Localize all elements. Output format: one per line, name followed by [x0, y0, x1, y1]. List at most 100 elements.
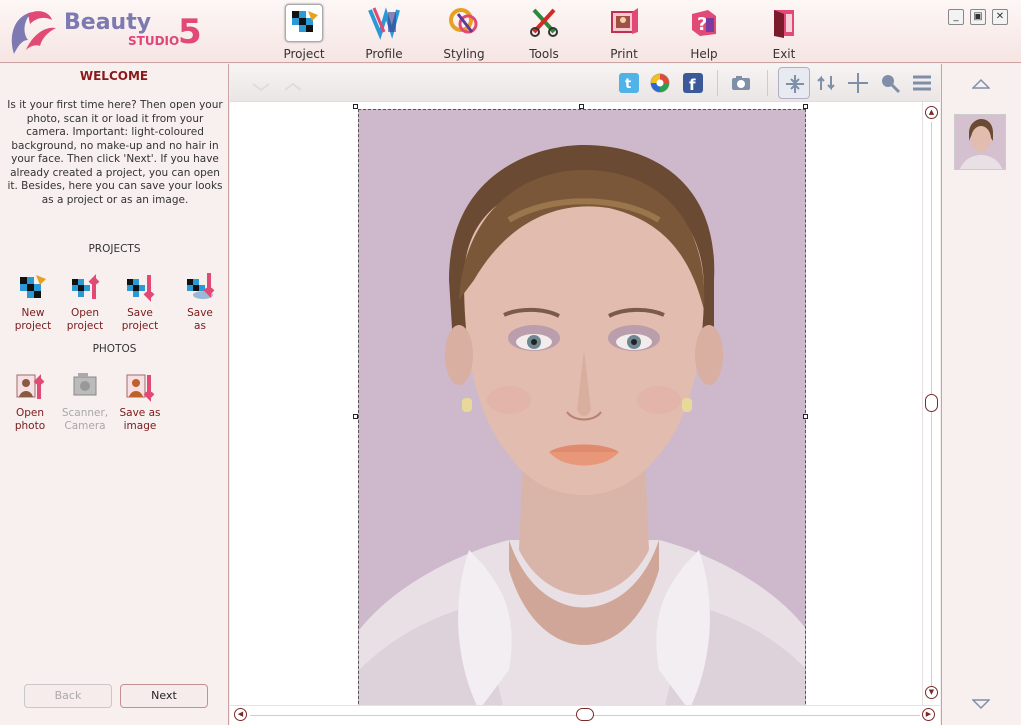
scroll-right-icon[interactable]: ▶	[922, 708, 935, 721]
left-panel: WELCOME Is it your first time here? Then…	[0, 64, 229, 725]
save-as-line2: as	[194, 319, 206, 332]
photo-workspace: t f ▲ ▼ ◀ ▶	[230, 64, 940, 725]
redo-icon[interactable]	[282, 76, 304, 98]
canvas-toolbar: t f	[230, 64, 940, 102]
open-project-button[interactable]: Open project	[58, 269, 112, 332]
save-as-image-line1: Save as	[119, 407, 161, 419]
app-window: Beauty STUDIO 5 Project Profile Styling	[0, 0, 1021, 725]
thumbs-down-arrow-icon[interactable]	[972, 698, 990, 710]
open-photo-line1: Open	[15, 407, 45, 419]
scroll-left-icon[interactable]: ◀	[234, 708, 247, 721]
projects-heading: PROJECTS	[88, 243, 141, 255]
menu-icon[interactable]	[911, 72, 933, 94]
save-as-button[interactable]: Save as	[173, 269, 227, 332]
toolbar-divider	[717, 70, 718, 96]
save-as-icon	[183, 269, 217, 303]
toolbar-project-label: Project	[283, 47, 325, 61]
profile-icon	[365, 4, 403, 42]
toolbar-styling-button[interactable]: Styling	[438, 4, 490, 61]
toolbar-divider	[767, 70, 768, 96]
scanner-camera-button[interactable]: Scanner, Camera	[58, 369, 112, 432]
new-project-icon	[16, 269, 50, 303]
camera-icon[interactable]	[730, 72, 752, 94]
tools-icon	[525, 4, 563, 42]
logo-mark-icon	[11, 11, 56, 54]
picasa-icon[interactable]	[649, 72, 671, 94]
photos-heading: PHOTOS	[92, 343, 137, 355]
toolbar-project-button[interactable]: Project	[278, 4, 330, 61]
logo-version: 5	[178, 12, 202, 52]
exit-icon	[765, 4, 803, 42]
toolbar-help-button[interactable]: ? Help	[678, 4, 730, 61]
close-button[interactable]: ✕	[992, 9, 1008, 25]
twitter-icon[interactable]: t	[618, 72, 640, 94]
portrait-photo[interactable]	[358, 109, 806, 725]
rotate-icon[interactable]	[815, 72, 837, 94]
scroll-up-icon[interactable]: ▲	[925, 106, 938, 119]
photo-canvas[interactable]	[230, 102, 940, 725]
resize-handle[interactable]	[803, 414, 808, 419]
open-project-line1: Open	[70, 307, 100, 319]
resize-handle[interactable]	[353, 104, 358, 109]
main-toolbar: Beauty STUDIO 5 Project Profile Styling	[0, 0, 1021, 63]
logo-name: Beauty	[64, 10, 152, 35]
toolbar-print-label: Print	[610, 47, 638, 61]
scanner-camera-line2: Camera	[64, 419, 106, 432]
photo-thumbnail[interactable]	[954, 114, 1006, 170]
new-project-button[interactable]: New project	[6, 269, 60, 332]
project-icon	[285, 4, 323, 42]
scroll-thumb[interactable]	[925, 394, 938, 412]
svg-text:f: f	[689, 76, 696, 94]
portrait-image	[359, 110, 805, 725]
open-project-line2: project	[66, 319, 104, 332]
save-as-image-button[interactable]: Save as image	[113, 369, 167, 432]
toolbar-profile-button[interactable]: Profile	[358, 4, 410, 61]
open-project-icon	[68, 269, 102, 303]
toolbar-exit-label: Exit	[772, 47, 796, 61]
open-photo-button[interactable]: Open photo	[3, 369, 57, 432]
maximize-button[interactable]: ▣	[970, 9, 986, 25]
logo-studio: STUDIO	[128, 34, 180, 48]
minimize-button[interactable]: _	[948, 9, 964, 25]
fit-view-icon	[786, 75, 804, 93]
back-button[interactable]: Back	[24, 684, 112, 708]
open-photo-icon	[13, 369, 47, 403]
svg-text:t: t	[625, 77, 631, 92]
resize-handle[interactable]	[353, 414, 358, 419]
scroll-down-icon[interactable]: ▼	[925, 686, 938, 699]
toolbar-exit-button[interactable]: Exit	[758, 4, 810, 61]
app-logo: Beauty STUDIO 5	[4, 6, 224, 58]
print-icon	[605, 4, 643, 42]
scanner-camera-icon	[68, 369, 102, 403]
toolbar-styling-label: Styling	[443, 47, 485, 61]
move-icon[interactable]	[847, 72, 869, 94]
toolbar-print-button[interactable]: Print	[598, 4, 650, 61]
zoom-icon[interactable]	[879, 72, 901, 94]
toolbar-tools-label: Tools	[529, 47, 559, 61]
save-as-line1: Save	[187, 307, 213, 319]
scroll-thumb[interactable]	[576, 708, 594, 721]
resize-handle[interactable]	[579, 104, 584, 109]
next-button[interactable]: Next	[120, 684, 208, 708]
vertical-scrollbar[interactable]: ▲ ▼	[922, 102, 940, 712]
horizontal-scrollbar[interactable]: ◀ ▶	[230, 705, 940, 725]
facebook-icon[interactable]: f	[682, 72, 704, 94]
styling-icon	[445, 4, 483, 42]
toolbar-profile-label: Profile	[365, 47, 403, 61]
toolbar-tools-button[interactable]: Tools	[518, 4, 570, 61]
save-project-line2: project	[121, 319, 159, 332]
undo-icon[interactable]	[250, 76, 272, 98]
fit-view-button[interactable]	[778, 67, 810, 99]
help-icon: ?	[685, 4, 723, 42]
toolbar-help-label: Help	[690, 47, 718, 61]
panel-title: WELCOME	[79, 69, 149, 83]
save-project-line1: Save	[127, 307, 153, 319]
thumbs-up-arrow-icon[interactable]	[972, 78, 990, 90]
save-as-image-line2: image	[123, 419, 157, 432]
save-project-button[interactable]: Save project	[113, 269, 167, 332]
save-project-icon	[123, 269, 157, 303]
new-project-line1: New	[21, 307, 45, 319]
thumbnail-panel	[941, 64, 1021, 725]
resize-handle[interactable]	[803, 104, 808, 109]
open-photo-line2: photo	[14, 419, 46, 432]
